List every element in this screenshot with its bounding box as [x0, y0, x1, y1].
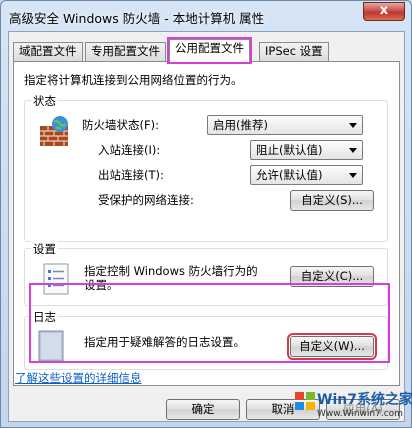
protected-connections-label: 受保护的网络连接:	[98, 193, 194, 207]
protected-connections-customize-button[interactable]: 自定义(S)...	[290, 190, 374, 211]
close-button[interactable]: x	[363, 2, 405, 21]
firewall-brick-icon	[40, 116, 68, 146]
window-title: 高级安全 Windows 防火墙 - 本地计算机 属性	[9, 11, 265, 26]
inbound-label: 入站连接(I):	[98, 143, 161, 157]
settings-group-label: 设置	[31, 241, 58, 257]
firewall-state-value: 启用(推荐)	[213, 118, 268, 132]
firewall-state-select[interactable]: 启用(推荐)	[207, 115, 363, 135]
tab-private-profile[interactable]: 专用配置文件	[85, 42, 166, 61]
logging-highlight-frame	[29, 283, 390, 363]
learn-more-link[interactable]: 了解这些设置的详细信息	[15, 370, 142, 386]
inbound-value: 阻止(默认值)	[256, 143, 323, 157]
outbound-label: 出站连接(T):	[98, 168, 164, 182]
dialog-client-area: 域配置文件 专用配置文件 公用配置文件 IPSec 设置 指定将计算机连接到公用…	[8, 31, 405, 422]
inbound-select[interactable]: 阻止(默认值)	[250, 140, 363, 160]
tab-domain-profile[interactable]: 域配置文件	[13, 42, 83, 61]
firewall-state-label: 防火墙状态(F):	[82, 118, 159, 132]
outbound-value: 允许(默认值)	[256, 168, 323, 182]
chevron-down-icon	[349, 148, 357, 153]
ok-button[interactable]: 确定	[166, 399, 240, 420]
chevron-down-icon	[349, 173, 357, 178]
tab-ipsec-settings[interactable]: IPSec 设置	[259, 42, 329, 61]
watermark: Win7系统之家 Www.Winwin7.com	[293, 387, 412, 425]
title-bar[interactable]: 高级安全 Windows 防火墙 - 本地计算机 属性 x	[1, 1, 411, 31]
watermark-url: Www.Winwin7.com	[317, 409, 403, 419]
state-group-label: 状态	[31, 93, 58, 109]
outbound-select[interactable]: 允许(默认值)	[250, 165, 363, 185]
properties-dialog: 高级安全 Windows 防火墙 - 本地计算机 属性 x 域配置文件 专用配置…	[0, 0, 412, 428]
profile-description: 指定将计算机连接到公用网络位置的行为。	[24, 73, 243, 87]
watermark-brand: Win7系统之家	[317, 392, 412, 408]
chevron-down-icon	[349, 123, 357, 128]
windows-logo-icon	[295, 392, 315, 410]
tab-public-profile[interactable]: 公用配置文件	[167, 37, 252, 64]
